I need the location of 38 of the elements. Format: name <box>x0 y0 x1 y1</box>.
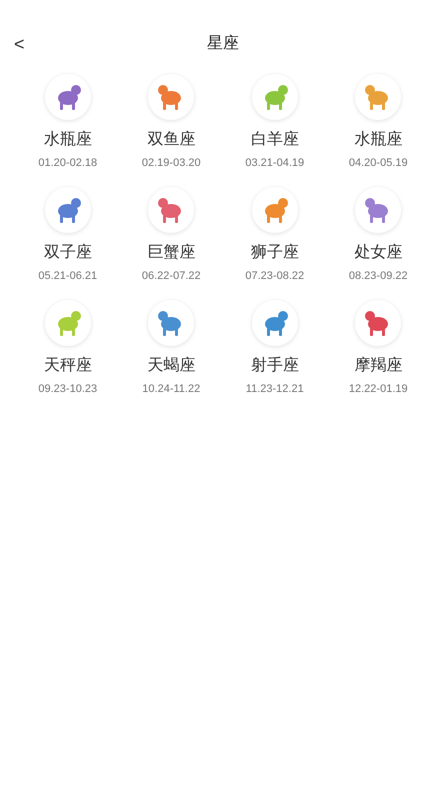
page-title: 星座 <box>206 34 240 54</box>
date-range: 05.21-06.21 <box>38 271 98 282</box>
zodiac-item[interactable]: 天秤座 09.23-10.23 <box>16 300 120 395</box>
zodiac-item[interactable]: 摩羯座 12.22-01.19 <box>326 300 430 395</box>
sign-name: 狮子座 <box>250 245 299 261</box>
zodiac-item[interactable]: 水瓶座 04.20-05.19 <box>326 74 430 169</box>
zodiac-item[interactable]: 天蝎座 10.24-11.22 <box>120 300 223 395</box>
zodiac-item[interactable]: 巨蟹座 06.22-07.22 <box>120 187 223 282</box>
date-range: 10.24-11.22 <box>142 384 200 395</box>
sign-name: 射手座 <box>250 358 299 374</box>
zodiac-item[interactable]: 白羊座 03.21-04.19 <box>223 74 326 169</box>
zodiac-item[interactable]: 水瓶座 01.20-02.18 <box>16 74 120 169</box>
zodiac-item[interactable]: 处女座 08.23-09.22 <box>326 187 430 282</box>
sign-name: 天蝎座 <box>147 358 196 374</box>
zodiac-item[interactable]: 射手座 11.23-12.21 <box>223 300 326 395</box>
sign-name: 摩羯座 <box>354 358 402 374</box>
sign-name: 水瓶座 <box>354 132 402 148</box>
zodiac-item[interactable]: 双鱼座 02.19-03.20 <box>120 74 223 169</box>
date-range: 06.22-07.22 <box>142 271 201 282</box>
sign-name: 双子座 <box>44 245 92 261</box>
sign-name: 白羊座 <box>250 132 299 148</box>
back-button[interactable]: < <box>14 30 28 58</box>
zodiac-item[interactable]: 双子座 05.21-06.21 <box>16 187 120 282</box>
date-range: 03.21-04.19 <box>245 158 304 169</box>
date-range: 08.23-09.22 <box>348 271 408 282</box>
sign-name: 水瓶座 <box>44 132 92 148</box>
date-range: 09.23-10.23 <box>38 384 98 395</box>
date-range: 11.23-12.21 <box>246 384 304 395</box>
date-range: 02.19-03.20 <box>142 158 201 169</box>
zodiac-item[interactable]: 狮子座 07.23-08.22 <box>223 187 326 282</box>
date-range: 01.20-02.18 <box>38 158 98 169</box>
date-range: 12.22-01.19 <box>348 384 408 395</box>
sign-name: 巨蟹座 <box>147 245 196 261</box>
sign-name: 天秤座 <box>44 358 92 374</box>
sign-name: 双鱼座 <box>147 132 196 148</box>
date-range: 07.23-08.22 <box>245 271 304 282</box>
sign-name: 处女座 <box>354 245 402 261</box>
date-range: 04.20-05.19 <box>348 158 408 169</box>
